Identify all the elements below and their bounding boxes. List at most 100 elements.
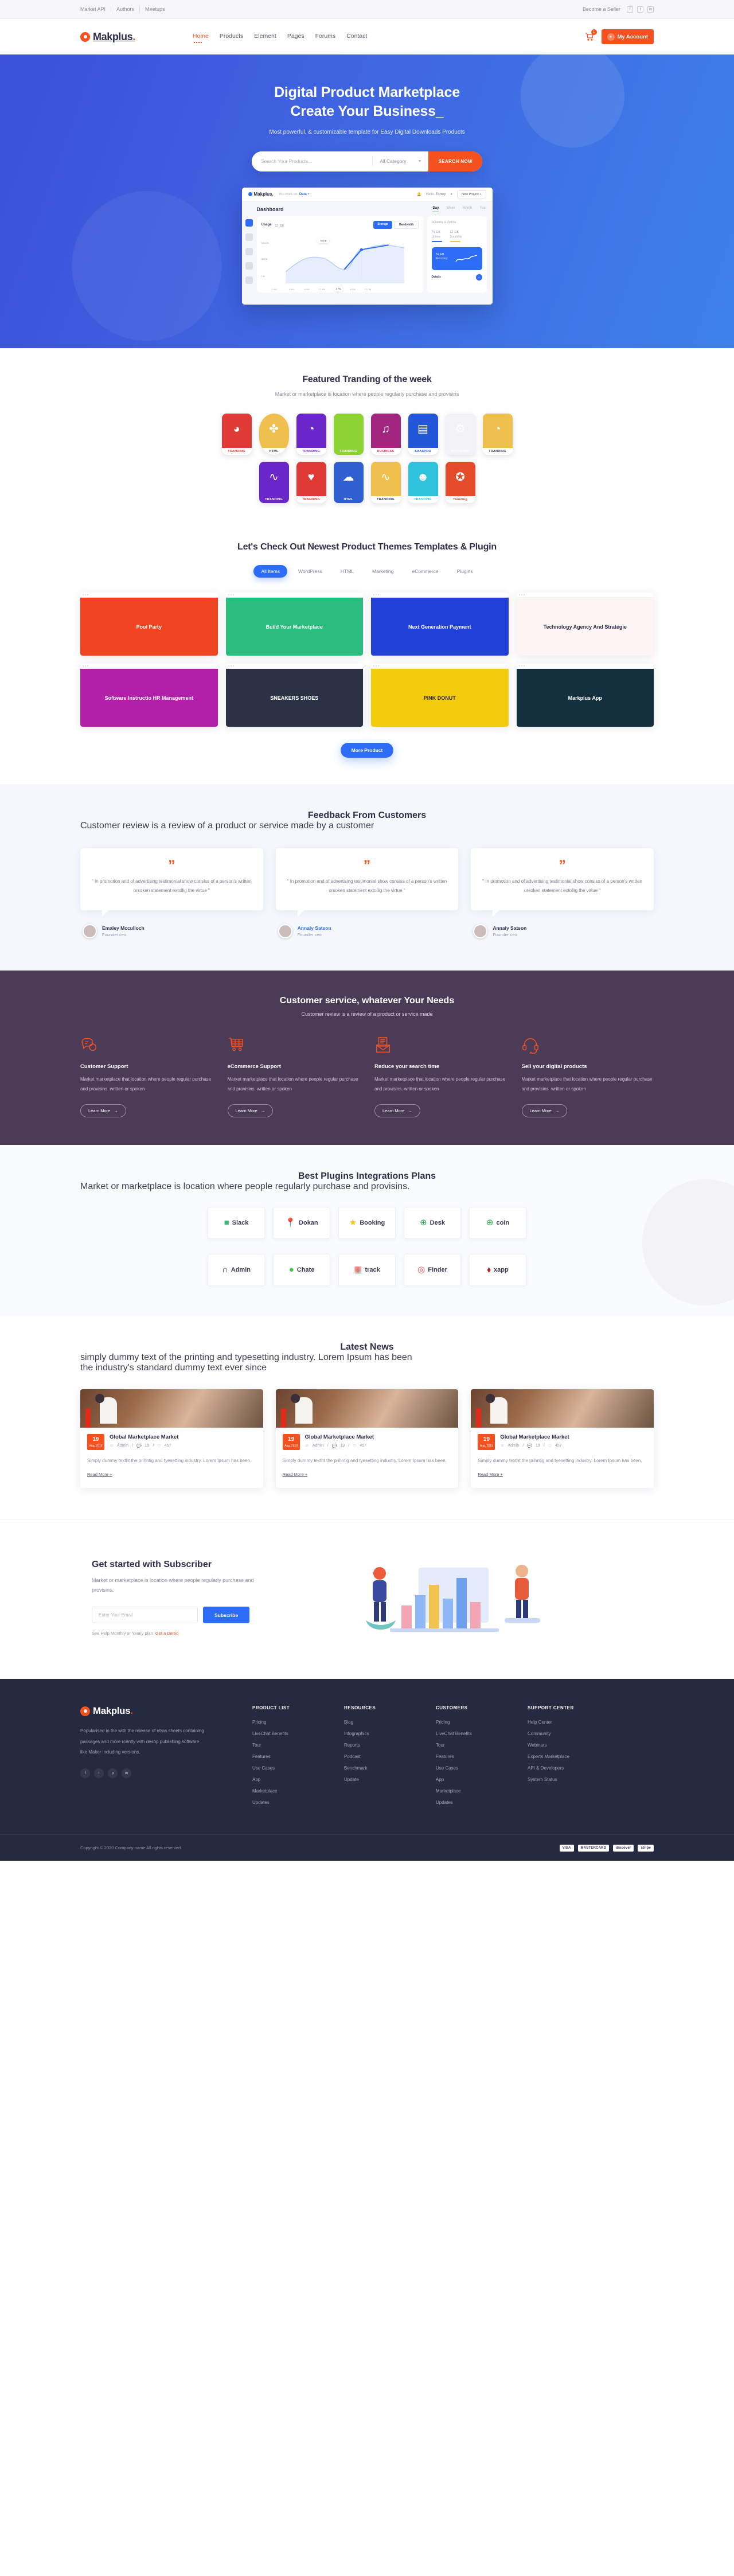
news-card[interactable]: 19 Aug, 2019 Global Marketplace Market ☺ Adm… bbox=[471, 1389, 654, 1488]
topbar-link-market-api[interactable]: Market API bbox=[80, 6, 112, 12]
search-now-button[interactable]: SEARCH NOW bbox=[428, 151, 482, 172]
footer-link[interactable]: Help Center bbox=[528, 1720, 619, 1725]
product-card[interactable]: PINK DONUT bbox=[371, 664, 509, 727]
dashboard-tab-month[interactable]: Month bbox=[463, 206, 473, 212]
footer-link[interactable]: Tour bbox=[436, 1743, 528, 1748]
footer-link[interactable]: Podcast bbox=[344, 1754, 436, 1759]
toggle-bandwidth[interactable]: Bandwidth bbox=[394, 220, 419, 229]
site-logo[interactable]: Makplus. bbox=[80, 31, 135, 43]
footer-link[interactable]: Reports bbox=[344, 1743, 436, 1748]
plugin-card-finder[interactable]: ◎ Finder bbox=[404, 1253, 461, 1286]
nav-item-contact[interactable]: Contact bbox=[346, 33, 367, 41]
product-card[interactable]: Build Your Marketplace bbox=[225, 593, 363, 656]
trending-card[interactable]: ✤ HTML bbox=[259, 414, 289, 455]
dashboard-tab-week[interactable]: Week bbox=[446, 206, 455, 212]
product-card[interactable]: SNEAKERS SHOES bbox=[225, 664, 363, 727]
product-card[interactable]: Software Instructio HR Management bbox=[80, 664, 218, 727]
nav-item-forums[interactable]: Forums bbox=[315, 33, 336, 41]
footer-link[interactable]: Pricing bbox=[436, 1720, 528, 1725]
sidebar-folder-icon[interactable] bbox=[245, 233, 253, 241]
plugin-card-admin[interactable]: ∩ Admin bbox=[208, 1253, 265, 1286]
plugin-card-dokan[interactable]: 📍 Dokan bbox=[273, 1206, 330, 1239]
linkedin-icon[interactable]: in bbox=[647, 6, 654, 13]
learn-more-button[interactable]: Learn More → bbox=[521, 1104, 568, 1117]
footer-link[interactable]: Experts Marketplace bbox=[528, 1754, 619, 1759]
footer-link[interactable]: Benchmark bbox=[344, 1766, 436, 1771]
bell-icon[interactable]: 🔔 bbox=[417, 192, 421, 196]
plugin-card-slack[interactable]: ■ Slack bbox=[208, 1206, 265, 1239]
search-input[interactable] bbox=[252, 151, 373, 172]
get-a-demo-link[interactable]: Get a Demo bbox=[155, 1631, 178, 1636]
learn-more-button[interactable]: Learn More → bbox=[227, 1104, 274, 1117]
nav-item-home[interactable]: Home bbox=[193, 33, 209, 43]
footer-link[interactable]: Marketplace bbox=[252, 1788, 344, 1794]
nav-item-products[interactable]: Products bbox=[220, 33, 243, 41]
trending-card[interactable]: ♥ TRANDING bbox=[296, 462, 326, 504]
new-project-button[interactable]: New Project + bbox=[457, 190, 486, 198]
news-card[interactable]: 19 Aug, 2019 Global Marketplace Market ☺ Adm… bbox=[80, 1389, 263, 1488]
footer-link[interactable]: Use Cases bbox=[436, 1766, 528, 1771]
dashboard-tab-year[interactable]: Year bbox=[479, 206, 486, 212]
trending-card[interactable]: ♫ BUSINESS bbox=[370, 414, 401, 455]
trending-card[interactable]: ◔ TRANDING bbox=[296, 414, 326, 455]
my-account-button[interactable]: ● My Account bbox=[601, 29, 654, 44]
trending-card[interactable]: ∿ TRANDING bbox=[259, 462, 289, 504]
product-filter-marketing[interactable]: Marketing bbox=[365, 565, 401, 578]
plugin-card-track[interactable]: ▦ track bbox=[338, 1253, 396, 1286]
cart-icon[interactable]: 1 bbox=[585, 29, 597, 41]
product-card[interactable]: Technology Agency And Strategie bbox=[516, 593, 654, 656]
trending-card[interactable]: ☁ HTML bbox=[333, 462, 364, 504]
plugin-card-coin[interactable]: ⊕ coin bbox=[469, 1206, 526, 1239]
toggle-storage[interactable]: Storage bbox=[373, 220, 392, 229]
sidebar-bell-icon[interactable] bbox=[245, 262, 253, 270]
footer-link[interactable]: Updates bbox=[436, 1800, 528, 1805]
product-filter-all-items[interactable]: All Items bbox=[253, 565, 288, 578]
topbar-link-authors[interactable]: Authors bbox=[111, 6, 140, 12]
footer-link[interactable]: LiveChat Benefits bbox=[436, 1731, 528, 1736]
dashboard-user-avatar[interactable]: ● bbox=[450, 193, 452, 196]
footer-link[interactable]: Updates bbox=[252, 1800, 344, 1805]
footer-link[interactable]: LiveChat Benefits bbox=[252, 1731, 344, 1736]
twitter-icon[interactable]: t bbox=[637, 6, 643, 13]
plugin-card-xapp[interactable]: ⬧ xapp bbox=[469, 1253, 526, 1286]
more-product-button[interactable]: More Product bbox=[340, 743, 394, 758]
footer-link[interactable]: Infographics bbox=[344, 1731, 436, 1736]
plugin-card-booking[interactable]: ★ Booking bbox=[338, 1206, 396, 1239]
product-card[interactable]: Markplus App bbox=[516, 664, 654, 727]
footer-link[interactable]: System Status bbox=[528, 1777, 619, 1782]
footer-link[interactable]: Blog bbox=[344, 1720, 436, 1725]
footer-link[interactable]: Webinars bbox=[528, 1743, 619, 1748]
facebook-icon[interactable]: f bbox=[627, 6, 633, 13]
twitter-icon[interactable]: t bbox=[94, 1768, 104, 1778]
sidebar-lock-icon[interactable] bbox=[245, 276, 253, 284]
trending-card[interactable]: ∿ TRANDING bbox=[370, 462, 401, 504]
read-more-link[interactable]: Read More + bbox=[478, 1472, 503, 1477]
product-filter-plugins[interactable]: Plugins bbox=[450, 565, 481, 578]
trending-card[interactable]: ⚙ SOFTWARE bbox=[445, 414, 475, 455]
trending-card[interactable]: ◔ TRANDING bbox=[482, 414, 513, 455]
email-input[interactable] bbox=[92, 1607, 198, 1624]
trending-card[interactable]: ☻ TRANDING bbox=[408, 462, 438, 504]
subscribe-button[interactable]: Subscribe bbox=[203, 1607, 250, 1624]
trending-card[interactable]: ◕ TRANDING bbox=[221, 414, 252, 455]
topbar-link-meetups[interactable]: Meetups bbox=[140, 6, 170, 12]
sidebar-users-icon[interactable] bbox=[245, 247, 253, 255]
category-select[interactable]: All Category ▼ bbox=[373, 158, 428, 164]
product-card[interactable]: Next Generation Payment bbox=[371, 593, 509, 656]
footer-link[interactable]: App bbox=[436, 1777, 528, 1782]
dashboard-tab-day[interactable]: Day bbox=[432, 206, 439, 212]
trending-card[interactable]: ✪ Tranding bbox=[445, 462, 475, 504]
details-row[interactable]: Details → bbox=[432, 274, 482, 280]
sidebar-chart-icon[interactable] bbox=[245, 219, 253, 227]
footer-link[interactable]: API & Developers bbox=[528, 1766, 619, 1771]
read-more-link[interactable]: Read More + bbox=[283, 1472, 308, 1477]
plugin-card-desk[interactable]: ⊕ Desk bbox=[404, 1206, 461, 1239]
product-filter-ecommerce[interactable]: eCommerce bbox=[404, 565, 446, 578]
footer-link[interactable]: Marketplace bbox=[436, 1788, 528, 1794]
footer-link[interactable]: Community bbox=[528, 1731, 619, 1736]
footer-link[interactable]: Tour bbox=[252, 1743, 344, 1748]
footer-link[interactable]: Use Cases bbox=[252, 1766, 344, 1771]
footer-link[interactable]: Features bbox=[252, 1754, 344, 1759]
plugin-card-chate[interactable]: ● Chate bbox=[273, 1253, 330, 1286]
footer-link[interactable]: Features bbox=[436, 1754, 528, 1759]
